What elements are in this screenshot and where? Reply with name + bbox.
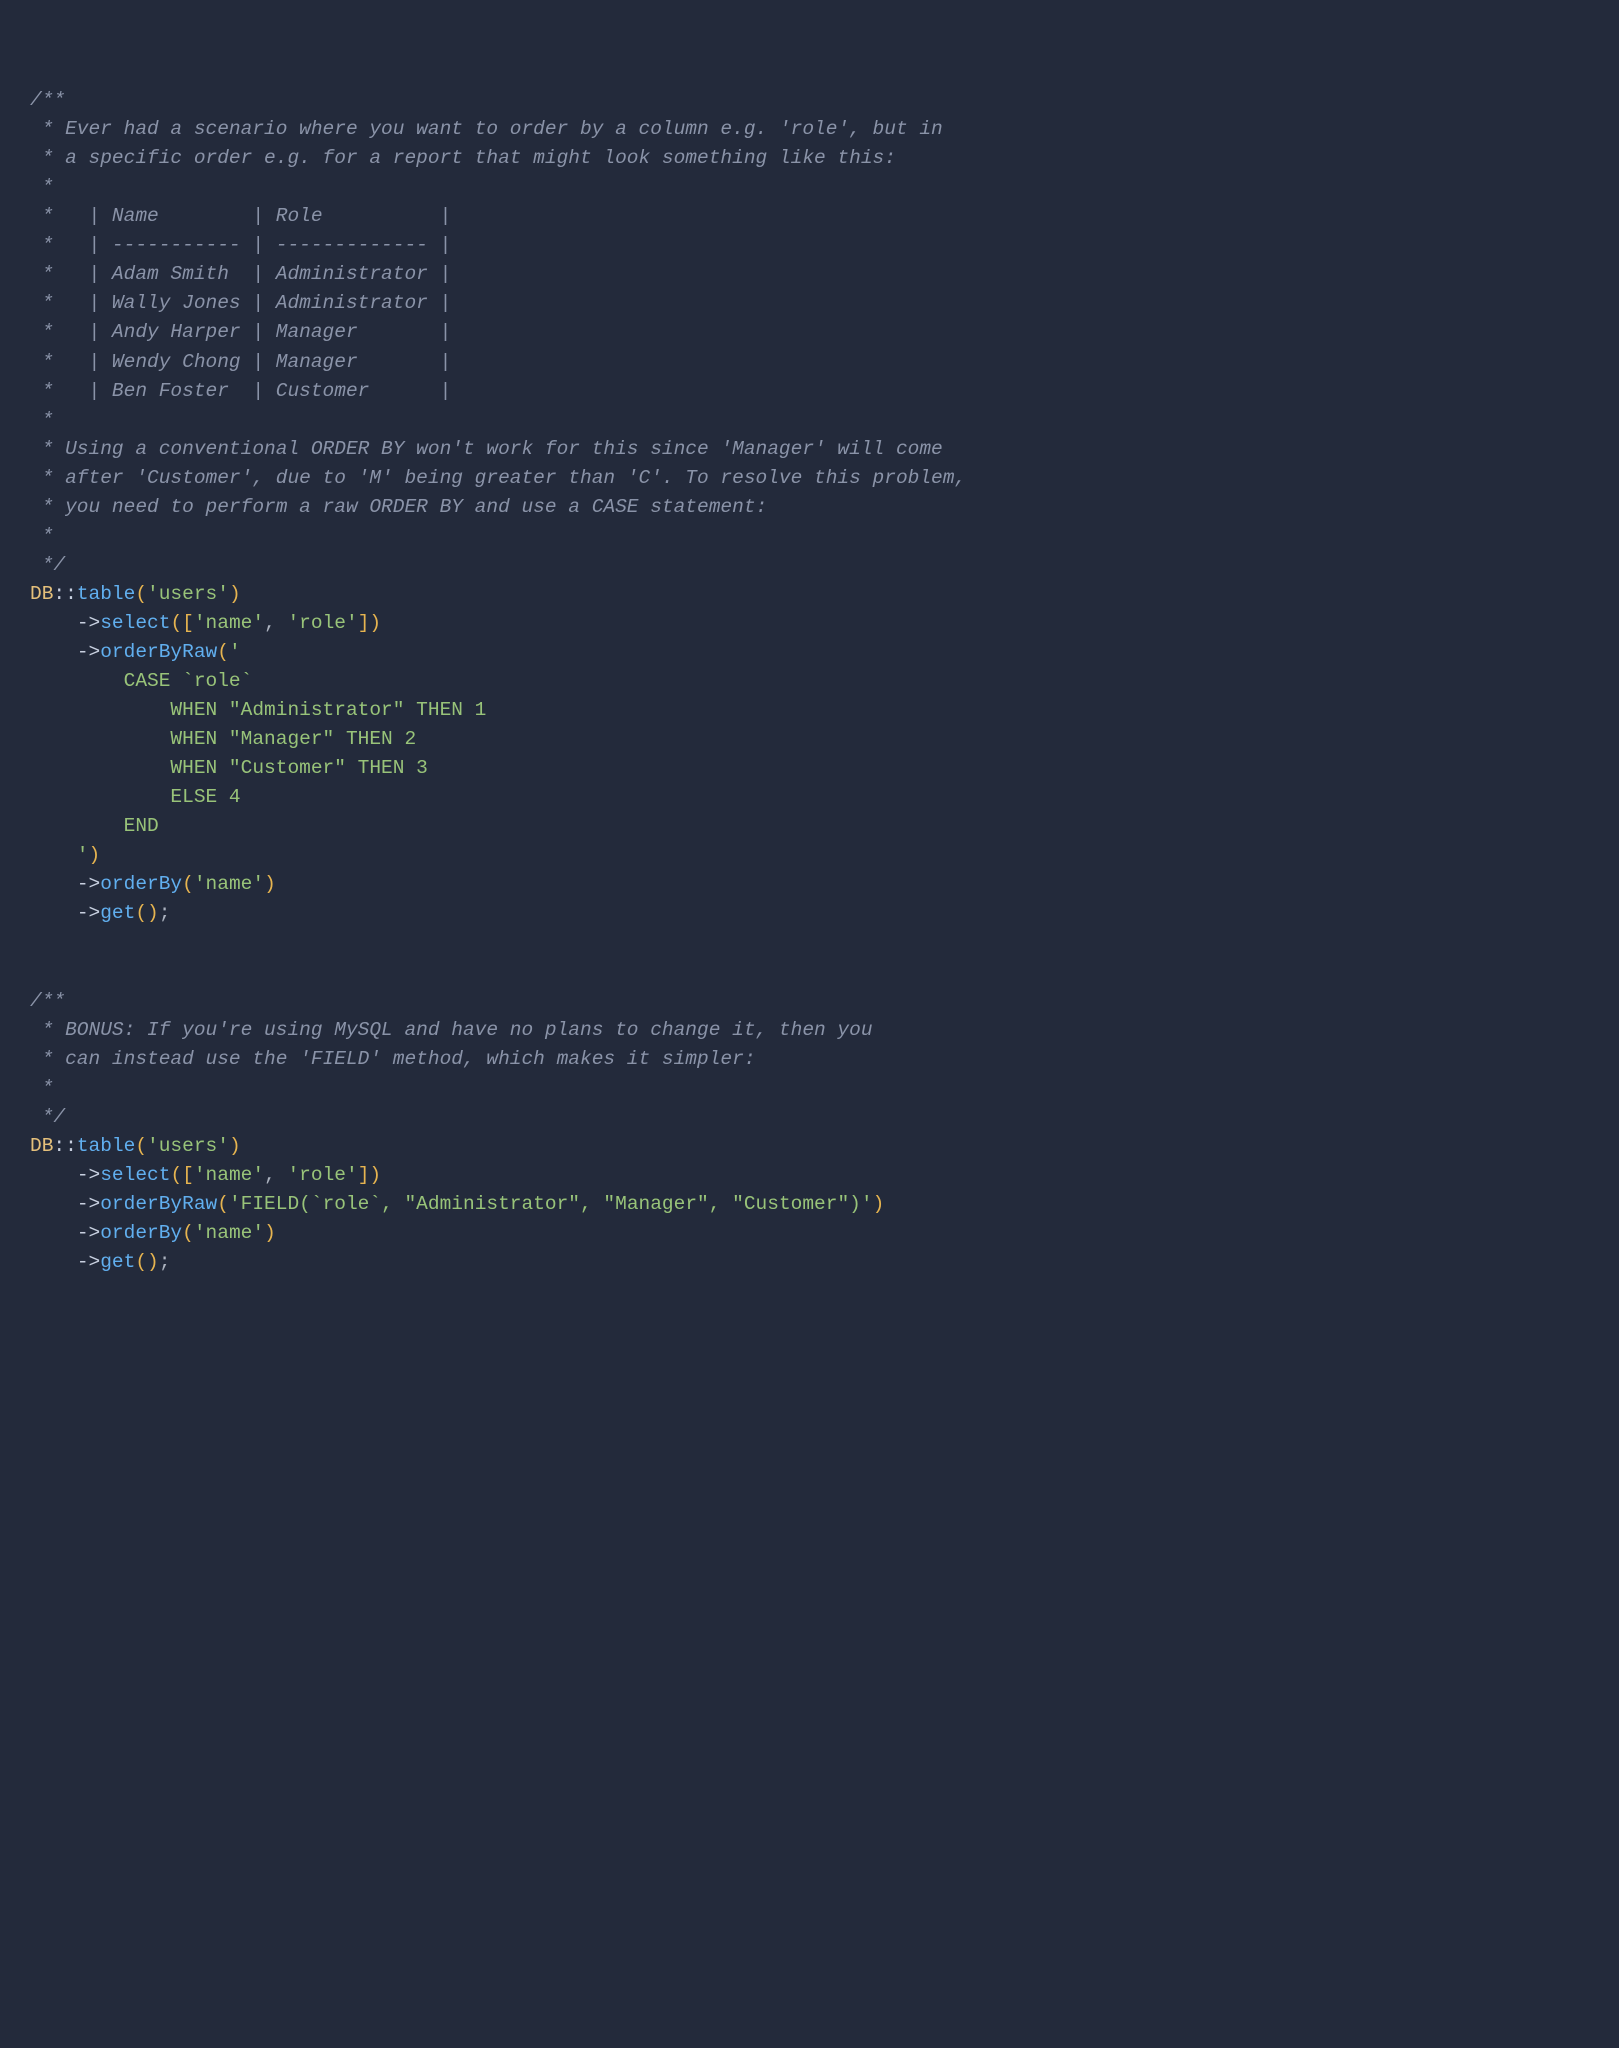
paren-close: ) bbox=[89, 844, 101, 866]
operator-arrow: -> bbox=[77, 1251, 100, 1273]
comment-line: * Using a conventional ORDER BY won't wo… bbox=[30, 438, 943, 460]
comment-line: * bbox=[30, 525, 53, 547]
paren-open: ( bbox=[217, 641, 229, 663]
bracket-open: [ bbox=[182, 612, 194, 634]
class-db: DB bbox=[30, 1135, 53, 1157]
comment-line: * | Name | Role | bbox=[30, 205, 451, 227]
paren-close: ) bbox=[369, 612, 381, 634]
string-users: 'users' bbox=[147, 583, 229, 605]
paren-close: ) bbox=[147, 902, 159, 924]
semicolon: ; bbox=[159, 1251, 171, 1273]
paren-open: ( bbox=[170, 612, 182, 634]
paren-close: ) bbox=[229, 1135, 241, 1157]
method-select: select bbox=[100, 612, 170, 634]
comment-line: * a specific order e.g. for a report tha… bbox=[30, 147, 896, 169]
code-block: /** * Ever had a scenario where you want… bbox=[30, 86, 1589, 1277]
operator-arrow: -> bbox=[77, 873, 100, 895]
method-table: table bbox=[77, 583, 136, 605]
operator-arrow: -> bbox=[77, 641, 100, 663]
comment-line: * bbox=[30, 1077, 53, 1099]
bracket-close: ] bbox=[358, 612, 370, 634]
paren-open: ( bbox=[135, 1135, 147, 1157]
paren-close: ) bbox=[369, 1164, 381, 1186]
comment-line: /** bbox=[30, 990, 65, 1012]
comment-line: * | Adam Smith | Administrator | bbox=[30, 263, 451, 285]
comma: , bbox=[264, 612, 287, 634]
string-name: 'name' bbox=[194, 1222, 264, 1244]
comment-line: * bbox=[30, 409, 53, 431]
method-table: table bbox=[77, 1135, 136, 1157]
method-get: get bbox=[100, 902, 135, 924]
string-role: 'role' bbox=[287, 1164, 357, 1186]
class-db: DB bbox=[30, 583, 53, 605]
raw-sql-line: WHEN "Customer" THEN 3 bbox=[30, 757, 428, 779]
method-orderbyraw: orderByRaw bbox=[100, 641, 217, 663]
string-users: 'users' bbox=[147, 1135, 229, 1157]
operator-scope: :: bbox=[53, 1135, 76, 1157]
comment-line: * you need to perform a raw ORDER BY and… bbox=[30, 496, 767, 518]
semicolon: ; bbox=[159, 902, 171, 924]
paren-close: ) bbox=[264, 873, 276, 895]
comment-line: * BONUS: If you're using MySQL and have … bbox=[30, 1019, 873, 1041]
comment-line: * bbox=[30, 176, 53, 198]
raw-sql-line: WHEN "Manager" THEN 2 bbox=[30, 728, 416, 750]
comma: , bbox=[264, 1164, 287, 1186]
string-name: 'name' bbox=[194, 873, 264, 895]
paren-open: ( bbox=[170, 1164, 182, 1186]
raw-sql-line: END bbox=[30, 815, 159, 837]
comment-line: * | Ben Foster | Customer | bbox=[30, 380, 451, 402]
operator-arrow: -> bbox=[77, 612, 100, 634]
string-quote-open: ' bbox=[229, 641, 241, 663]
comment-line: */ bbox=[30, 1106, 65, 1128]
string-field-raw: 'FIELD(`role`, "Administrator", "Manager… bbox=[229, 1193, 873, 1215]
comment-line: * can instead use the 'FIELD' method, wh… bbox=[30, 1048, 756, 1070]
raw-sql-line: ' bbox=[30, 844, 89, 866]
operator-scope: :: bbox=[53, 583, 76, 605]
method-orderby: orderBy bbox=[100, 873, 182, 895]
comment-line: /** bbox=[30, 89, 65, 111]
method-orderbyraw: orderByRaw bbox=[100, 1193, 217, 1215]
operator-arrow: -> bbox=[77, 1193, 100, 1215]
operator-arrow: -> bbox=[77, 1222, 100, 1244]
comment-line: * Ever had a scenario where you want to … bbox=[30, 118, 943, 140]
string-role: 'role' bbox=[287, 612, 357, 634]
paren-open: ( bbox=[135, 583, 147, 605]
paren-open: ( bbox=[217, 1193, 229, 1215]
bracket-close: ] bbox=[358, 1164, 370, 1186]
paren-open: ( bbox=[135, 902, 147, 924]
paren-open: ( bbox=[135, 1251, 147, 1273]
comment-line: * | Wendy Chong | Manager | bbox=[30, 351, 451, 373]
method-select: select bbox=[100, 1164, 170, 1186]
raw-sql-line: WHEN "Administrator" THEN 1 bbox=[30, 699, 486, 721]
raw-sql-line: ELSE 4 bbox=[30, 786, 241, 808]
paren-close: ) bbox=[147, 1251, 159, 1273]
paren-open: ( bbox=[182, 873, 194, 895]
comment-line: */ bbox=[30, 554, 65, 576]
method-get: get bbox=[100, 1251, 135, 1273]
comment-line: * | ----------- | ------------- | bbox=[30, 234, 451, 256]
paren-open: ( bbox=[182, 1222, 194, 1244]
operator-arrow: -> bbox=[77, 902, 100, 924]
raw-sql-line: CASE `role` bbox=[30, 670, 252, 692]
string-name: 'name' bbox=[194, 612, 264, 634]
comment-line: * | Andy Harper | Manager | bbox=[30, 321, 451, 343]
bracket-open: [ bbox=[182, 1164, 194, 1186]
method-orderby: orderBy bbox=[100, 1222, 182, 1244]
comment-line: * after 'Customer', due to 'M' being gre… bbox=[30, 467, 966, 489]
comment-line: * | Wally Jones | Administrator | bbox=[30, 292, 451, 314]
string-name: 'name' bbox=[194, 1164, 264, 1186]
operator-arrow: -> bbox=[77, 1164, 100, 1186]
paren-close: ) bbox=[873, 1193, 885, 1215]
paren-close: ) bbox=[229, 583, 241, 605]
paren-close: ) bbox=[264, 1222, 276, 1244]
